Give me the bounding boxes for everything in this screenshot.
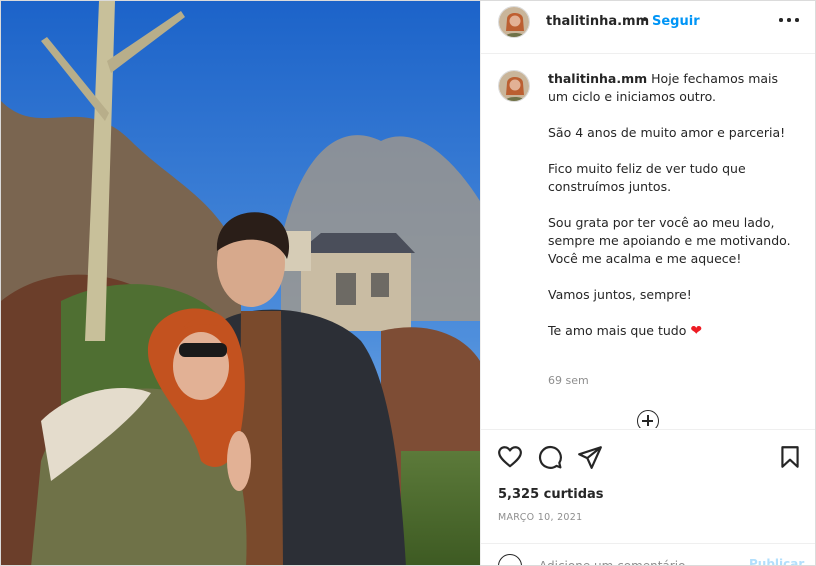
heart-icon[interactable] xyxy=(497,444,523,470)
post-date[interactable]: MARÇO 10, 2021 xyxy=(498,512,582,523)
separator-dot: • xyxy=(641,13,649,28)
likes-count[interactable]: 5,325 curtidas xyxy=(498,487,604,502)
caption-avatar-image xyxy=(499,71,529,101)
comment-input[interactable] xyxy=(537,556,741,565)
post-side-panel: thalitinha.mm • Seguir thalitinha.mm Hoj… xyxy=(480,1,815,565)
bookmark-icon[interactable] xyxy=(777,444,803,470)
caption-line: Vamos juntos, sempre! xyxy=(548,287,692,302)
caption-line: Te amo mais que tudo xyxy=(548,323,687,338)
share-icon[interactable] xyxy=(577,444,603,470)
comment-icon[interactable] xyxy=(537,444,563,470)
publish-button[interactable]: Publicar xyxy=(749,557,804,565)
post-header: thalitinha.mm • Seguir xyxy=(481,1,815,54)
emoji-icon[interactable] xyxy=(498,554,522,565)
caption-avatar[interactable] xyxy=(498,70,530,102)
comments-section[interactable]: thalitinha.mm Hoje fechamos mais um cicl… xyxy=(481,54,815,428)
post-caption: thalitinha.mm Hoje fechamos mais um cicl… xyxy=(548,70,798,358)
post-photo-image xyxy=(1,1,480,565)
caption-line: Sou grata por ter você ao meu lado, semp… xyxy=(548,215,791,266)
avatar[interactable] xyxy=(498,6,530,38)
instagram-post: thalitinha.mm • Seguir thalitinha.mm Hoj… xyxy=(0,0,816,566)
caption-username[interactable]: thalitinha.mm xyxy=(548,71,647,86)
avatar-image xyxy=(499,7,529,37)
caption-timestamp[interactable]: 69 sem xyxy=(548,374,589,387)
follow-button[interactable]: Seguir xyxy=(652,14,700,29)
caption-line: São 4 anos de muito amor e parceria! xyxy=(548,125,786,140)
red-heart-emoji-icon: ❤ xyxy=(690,323,703,339)
more-options-icon[interactable] xyxy=(779,9,799,29)
add-comment-bar: Publicar xyxy=(481,543,815,565)
plus-circle-icon[interactable] xyxy=(637,410,659,428)
post-photo[interactable] xyxy=(1,1,480,565)
post-author-username[interactable]: thalitinha.mm xyxy=(546,14,649,29)
caption-line: Fico muito feliz de ver tudo que constru… xyxy=(548,161,746,194)
post-actions: 5,325 curtidas MARÇO 10, 2021 Publicar xyxy=(481,429,815,565)
